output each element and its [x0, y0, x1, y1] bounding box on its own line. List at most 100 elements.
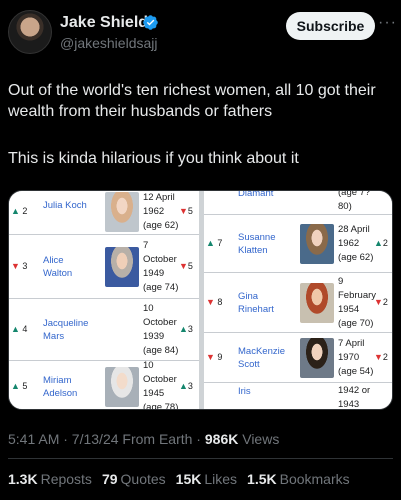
rank-number: 2	[19, 206, 28, 216]
birth-date-line: 1954	[338, 304, 360, 315]
birth-date-line: (age 70)	[338, 318, 374, 329]
birth-date-line: 7	[143, 240, 149, 251]
up-arrow-icon: ▲	[179, 324, 188, 334]
table-row: Iris 1942 or 1943	[204, 383, 392, 409]
rank-change-cell: ▼ 3	[11, 261, 27, 271]
birth-date-line: 1970	[338, 352, 360, 363]
views-count: 986K	[204, 431, 239, 447]
up-arrow-icon: ▲	[11, 324, 20, 334]
birth-date-cell: 10 October 1945 (age 78)	[143, 359, 183, 409]
down-arrow-icon: ▼	[374, 297, 383, 307]
birth-date-line: 7 April	[338, 338, 365, 349]
rank-change-cell: ▼ 8	[206, 297, 222, 307]
birth-date-cell: 12 April 1962 (age 62)	[143, 191, 183, 233]
rank-number: 2	[382, 297, 388, 307]
net-worth-change-cell: ▼2	[374, 297, 388, 307]
person-name-link[interactable]: Jacqueline Mars	[43, 317, 93, 343]
post-image[interactable]: ▲ 2 Julia Koch 12 April 1962 (age 62) ▼5 ▼ 3 Al…	[8, 190, 393, 410]
person-photo	[300, 338, 334, 378]
up-arrow-icon: ▲	[11, 206, 20, 216]
birth-date-line: 1945	[143, 388, 165, 399]
table-panel-left: ▲ 2 Julia Koch 12 April 1962 (age 62) ▼5 ▼ 3 Al…	[9, 191, 199, 409]
person-photo	[300, 224, 334, 264]
birth-date-line: 10	[143, 360, 154, 371]
birth-date-line: October	[143, 254, 177, 265]
author-handle[interactable]: @jakeshieldsajj	[60, 35, 157, 51]
down-arrow-icon: ▼	[179, 206, 188, 216]
post-header: Jake Shields @jakeshieldsajj Subscribe ·…	[8, 10, 396, 56]
down-arrow-icon: ▼	[179, 261, 188, 271]
stat-quotes[interactable]: 79 Quotes	[102, 471, 166, 487]
post-meta: 5:41 AM · 7/13/24 From Earth · 986K View…	[8, 431, 279, 447]
person-name-link[interactable]: Susanne Klatten	[238, 231, 288, 257]
rank-number: 8	[214, 297, 223, 307]
table-row: ▼ 8 Gina Rinehart 9 February 1954 (age 70) ▼2	[204, 273, 392, 333]
rank-number: 3	[187, 381, 193, 391]
birth-date-line: 1942 or	[338, 385, 371, 396]
down-arrow-icon: ▼	[206, 352, 215, 362]
subscribe-button[interactable]: Subscribe	[286, 12, 375, 40]
birth-date-line: 1949	[143, 268, 165, 279]
birth-date-cell: 9 February 1954 (age 70)	[338, 275, 378, 331]
rank-change-cell: ▲ 5	[11, 381, 27, 391]
up-arrow-icon: ▲	[374, 238, 383, 248]
down-arrow-icon: ▼	[206, 297, 215, 307]
birth-date-cell: 1942 or 1943	[338, 384, 378, 409]
person-name-link[interactable]: Gina Rinehart	[238, 290, 288, 316]
up-arrow-icon: ▲	[11, 381, 20, 391]
rank-number: 5	[19, 381, 28, 391]
birth-date-line: February	[338, 290, 377, 301]
person-name-link[interactable]: Miriam Adelson	[43, 374, 93, 400]
post-text-line2: This is kinda hilarious if you think abo…	[8, 150, 299, 167]
rank-number: 2	[382, 238, 388, 248]
rank-number: 5	[187, 261, 193, 271]
rank-change-cell: ▲ 4	[11, 324, 27, 334]
up-arrow-icon: ▲	[179, 381, 188, 391]
birth-date-line: (age 84)	[143, 345, 179, 356]
person-name-link[interactable]: Diamant	[238, 191, 288, 200]
birth-date-line: (age 62)	[338, 252, 374, 263]
person-name-link[interactable]: MacKenzie Scott	[238, 345, 288, 371]
person-name-link[interactable]: Julia Koch	[43, 199, 93, 212]
divider	[8, 458, 393, 459]
net-worth-change-cell: ▼2	[374, 352, 388, 362]
more-options-icon[interactable]: ···	[378, 14, 397, 32]
table-row: ▲ 7 Susanne Klatten 28 April 1962 (age 62) ▲2	[204, 215, 392, 273]
birth-date-line: 28 April	[338, 224, 370, 235]
birth-date-cell: (age 7? 80)	[338, 191, 378, 214]
person-name-link[interactable]: Alice Walton	[43, 254, 93, 280]
post-text-line1: Out of the world's ten richest women, al…	[8, 82, 376, 120]
birth-date-line: 1962	[143, 206, 165, 217]
net-worth-change-cell: ▼5	[179, 206, 193, 216]
stat-bookmarks[interactable]: 1.5K Bookmarks	[247, 471, 350, 487]
birth-date-cell: 10 October 1939 (age 84)	[143, 302, 183, 358]
person-name-link[interactable]: Iris	[238, 385, 288, 398]
birth-date-line: (age 54)	[338, 366, 374, 377]
stat-likes[interactable]: 15K Likes	[176, 471, 237, 487]
avatar[interactable]	[8, 10, 52, 54]
birth-date-line: (age 7?	[338, 191, 371, 198]
stat-reposts[interactable]: 1.3K Reposts	[8, 471, 92, 487]
birth-date-line: 9	[338, 276, 344, 287]
table-row: ▼ 3 Alice Walton 7 October 1949 (age 74) ▼5	[9, 235, 199, 299]
rank-number: 3	[187, 324, 193, 334]
post-timestamp[interactable]: 5:41 AM · 7/13/24 From Earth ·	[8, 431, 205, 447]
net-worth-change-cell: ▼5	[179, 261, 193, 271]
birth-date-line: 1939	[143, 331, 165, 342]
birth-date-cell: 28 April 1962 (age 62)	[338, 223, 378, 265]
rank-change-cell: ▼ 9	[206, 352, 222, 362]
rank-number: 4	[19, 324, 28, 334]
rank-number: 5	[187, 206, 193, 216]
rank-number: 9	[214, 352, 223, 362]
engagement-stats: 1.3K Reposts 79 Quotes 15K Likes 1.5K Bookma…	[8, 471, 360, 487]
birth-date-line: 12 April	[143, 192, 175, 203]
person-photo	[300, 283, 334, 323]
birth-date-line: 80)	[338, 201, 352, 212]
rank-number: 3	[19, 261, 28, 271]
table-row: ▲ 4 Jacqueline Mars 10 October 1939 (age 84) ▲…	[9, 299, 199, 361]
birth-date-cell: 7 April 1970 (age 54)	[338, 337, 378, 379]
birth-date-line: 10	[143, 303, 154, 314]
table-row: ▲ 5 Miriam Adelson 10 October 1945 (age 78) ▲3	[9, 359, 199, 409]
table-panel-right: Diamant (age 7? 80) ▲ 7 Susanne Klatten 28 Ap…	[204, 191, 392, 409]
net-worth-change-cell: ▲3	[179, 381, 193, 391]
